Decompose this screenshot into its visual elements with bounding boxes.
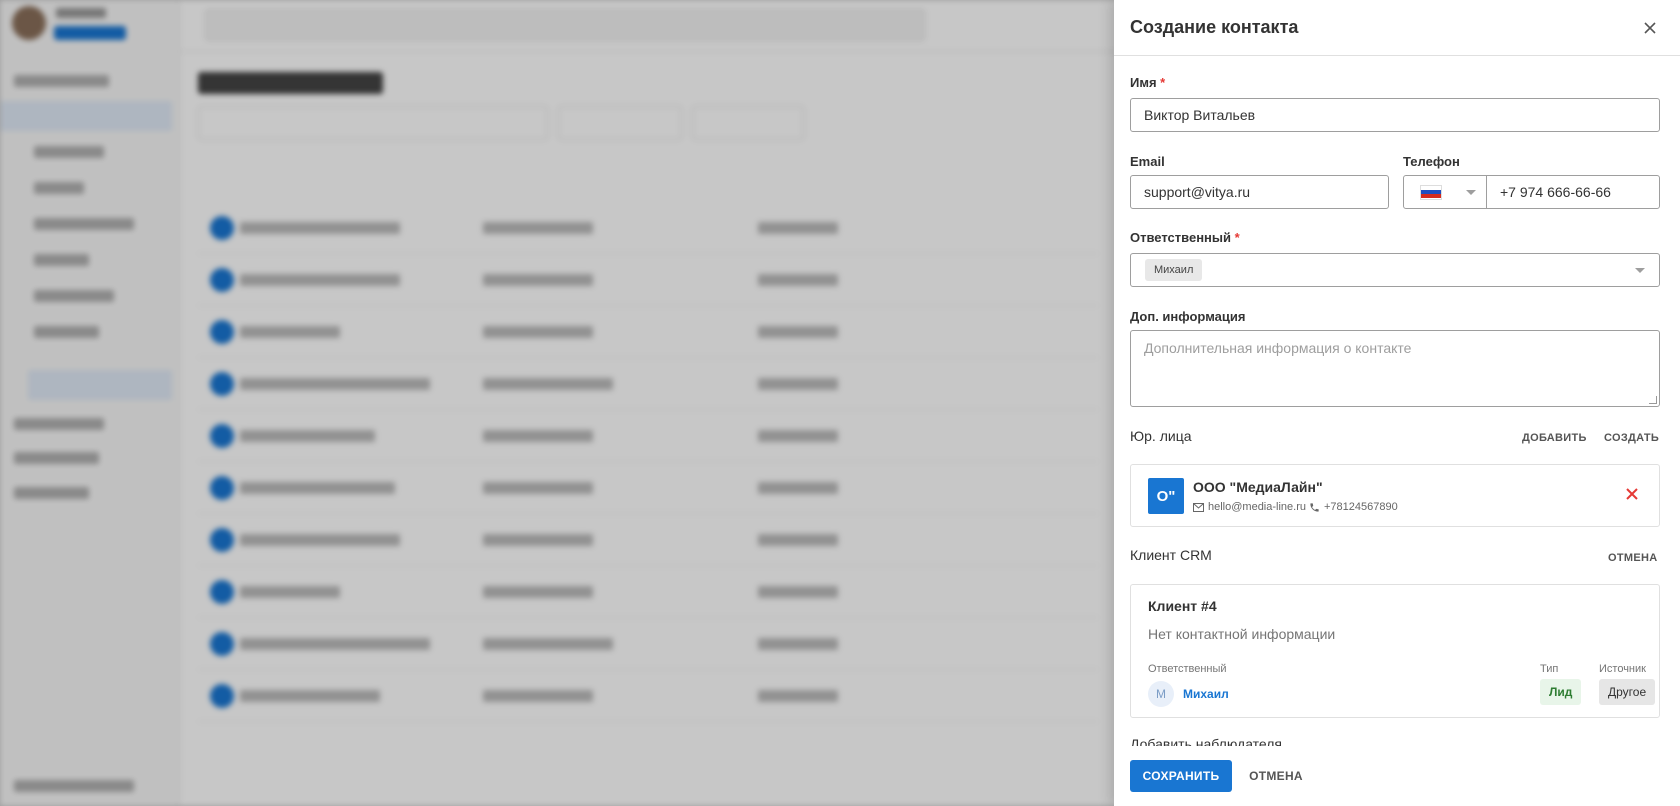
org-phone-text: +78124567890	[1324, 501, 1398, 513]
required-mark: *	[1160, 75, 1166, 90]
phone-label: Телефон	[1403, 154, 1460, 169]
org-phone: +78124567890	[1309, 501, 1398, 513]
client-type-label: Тип	[1540, 663, 1559, 675]
org-avatar: О"	[1148, 478, 1184, 514]
name-input[interactable]: Виктор Витальев	[1130, 98, 1660, 132]
chevron-down-icon	[1635, 267, 1645, 273]
close-button[interactable]	[1636, 14, 1664, 42]
mail-icon	[1193, 502, 1204, 512]
country-select[interactable]	[1403, 175, 1487, 209]
create-legal-button[interactable]: СОЗДАТЬ	[1604, 432, 1659, 444]
org-name: ООО "МедиаЛайн"	[1193, 479, 1323, 495]
remove-legal-button[interactable]	[1623, 485, 1641, 503]
client-responsible-link[interactable]: Михаил	[1183, 687, 1229, 701]
client-source-label: Источник	[1599, 663, 1646, 675]
drawer-header: Создание контакта	[1114, 0, 1680, 56]
add-legal-button[interactable]: ДОБАВИТЬ	[1522, 432, 1587, 444]
email-label: Email	[1130, 154, 1165, 169]
responsible-chip[interactable]: Михаил	[1145, 259, 1203, 281]
close-icon	[1644, 21, 1656, 34]
save-button[interactable]: СОХРАНИТЬ	[1130, 760, 1232, 792]
required-mark: *	[1234, 230, 1240, 245]
resize-handle[interactable]	[1649, 396, 1657, 404]
close-icon	[1626, 488, 1638, 500]
cancel-button[interactable]: ОТМЕНА	[1244, 760, 1308, 792]
crm-section-title: Клиент CRM	[1130, 547, 1212, 563]
legal-entity-card: О" ООО "МедиаЛайн" hello@media-line.ru +…	[1130, 464, 1660, 527]
russia-flag-icon	[1420, 184, 1442, 200]
legal-section-title: Юр. лица	[1130, 428, 1192, 444]
org-email: hello@media-line.ru	[1193, 501, 1306, 513]
drawer-title: Создание контакта	[1130, 17, 1299, 37]
client-title: Клиент #4	[1148, 598, 1217, 614]
info-placeholder: Дополнительная информация о контакте	[1144, 340, 1412, 356]
info-label: Доп. информация	[1130, 309, 1246, 324]
client-responsible-label: Ответственный	[1148, 663, 1227, 675]
phone-input[interactable]: +7 974 666-66-66	[1486, 175, 1660, 209]
org-email-text: hello@media-line.ru	[1208, 501, 1306, 513]
drawer-scrollbar[interactable]	[1670, 56, 1676, 746]
phone-icon	[1310, 502, 1319, 512]
info-textarea[interactable]: Дополнительная информация о контакте	[1130, 330, 1660, 407]
client-empty-text: Нет контактной информации	[1148, 626, 1336, 642]
chevron-down-icon	[1466, 189, 1476, 195]
responsible-label-text: Ответственный	[1130, 230, 1231, 245]
client-source-badge: Другое	[1599, 679, 1656, 705]
drawer-body: Имя * Виктор Витальев Email support@vity…	[1130, 56, 1660, 746]
responsible-chip-label: Михаил	[1154, 264, 1194, 276]
responsible-select[interactable]: Михаил	[1130, 253, 1660, 287]
create-contact-drawer: Создание контакта Имя * Виктор Витальев …	[1114, 0, 1680, 806]
name-input-value: Виктор Витальев	[1144, 107, 1256, 123]
name-label-text: Имя	[1130, 75, 1157, 90]
phone-input-value: +7 974 666-66-66	[1500, 184, 1611, 200]
client-type-badge: Лид	[1540, 679, 1582, 705]
email-input[interactable]: support@vitya.ru	[1130, 175, 1389, 209]
add-observer-section-title: Добавить наблюдателя	[1130, 736, 1283, 746]
avatar: М	[1148, 681, 1174, 707]
responsible-label: Ответственный *	[1130, 230, 1240, 245]
crm-client-card: Клиент #4 Нет контактной информации Отве…	[1130, 584, 1660, 718]
drawer-footer: СОХРАНИТЬ ОТМЕНА	[1114, 746, 1680, 806]
email-input-value: support@vitya.ru	[1144, 184, 1251, 200]
name-label: Имя *	[1130, 75, 1165, 90]
modal-backdrop[interactable]	[0, 0, 1114, 806]
crm-cancel-button[interactable]: ОТМЕНА	[1608, 552, 1657, 564]
